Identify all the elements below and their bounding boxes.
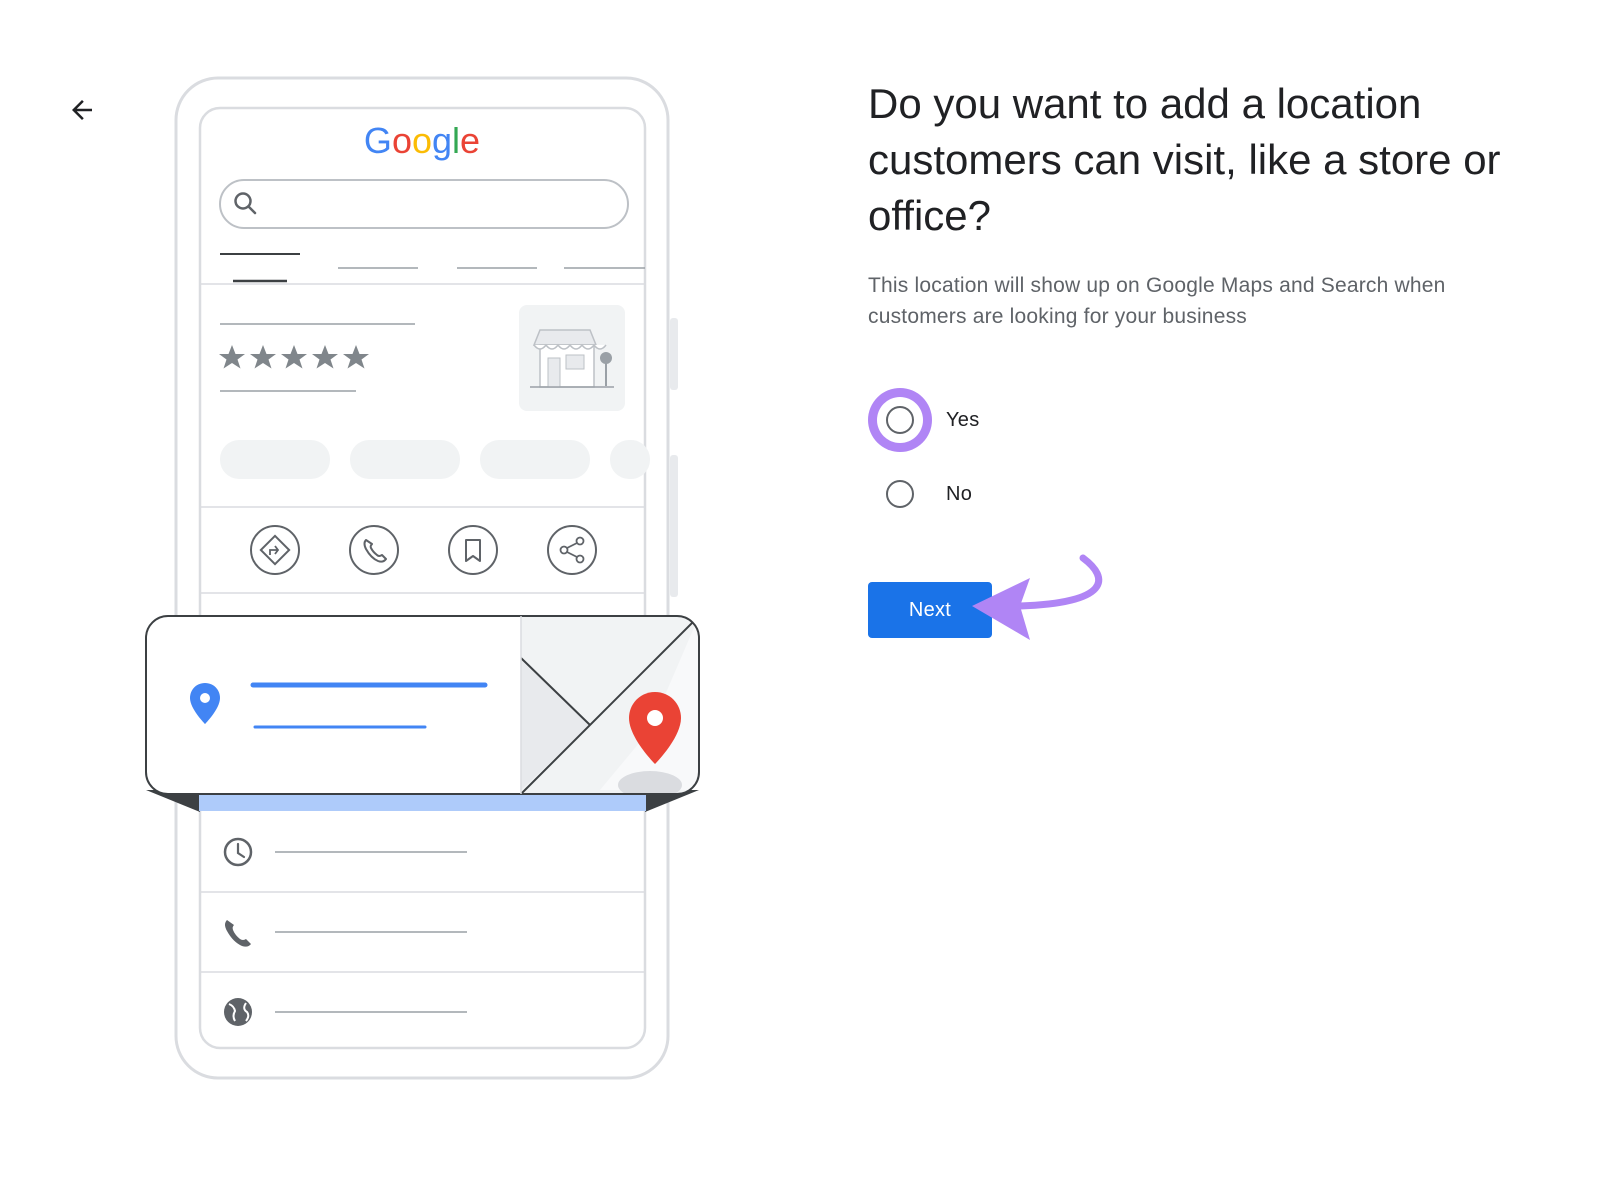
- radio-button-no[interactable]: [886, 480, 914, 508]
- illus-search-box: [219, 179, 629, 229]
- directions-icon: [250, 525, 300, 575]
- highlight-ring: [868, 388, 932, 452]
- page-subtitle: This location will show up on Google Map…: [868, 274, 1446, 328]
- page-title: Do you want to add a location customers …: [868, 80, 1501, 239]
- radio-option-no[interactable]: No: [868, 462, 972, 526]
- phone-screen: [198, 106, 647, 1050]
- business-profile-illustration: Google: [145, 76, 700, 1080]
- google-logo: Google: [364, 120, 480, 161]
- store-thumbnail: [519, 305, 625, 411]
- radio-option-yes[interactable]: Yes: [868, 388, 980, 452]
- radio-button-yes[interactable]: [886, 406, 914, 434]
- bookmark-icon: [448, 525, 498, 575]
- radio-label-no: No: [946, 482, 973, 505]
- annotation-arrow: [972, 554, 1103, 640]
- address-card: [145, 615, 700, 795]
- phone-icon: [349, 525, 399, 575]
- radio-label-yes: Yes: [946, 408, 980, 431]
- globe-icon: [224, 998, 252, 1026]
- share-icon: [547, 525, 597, 575]
